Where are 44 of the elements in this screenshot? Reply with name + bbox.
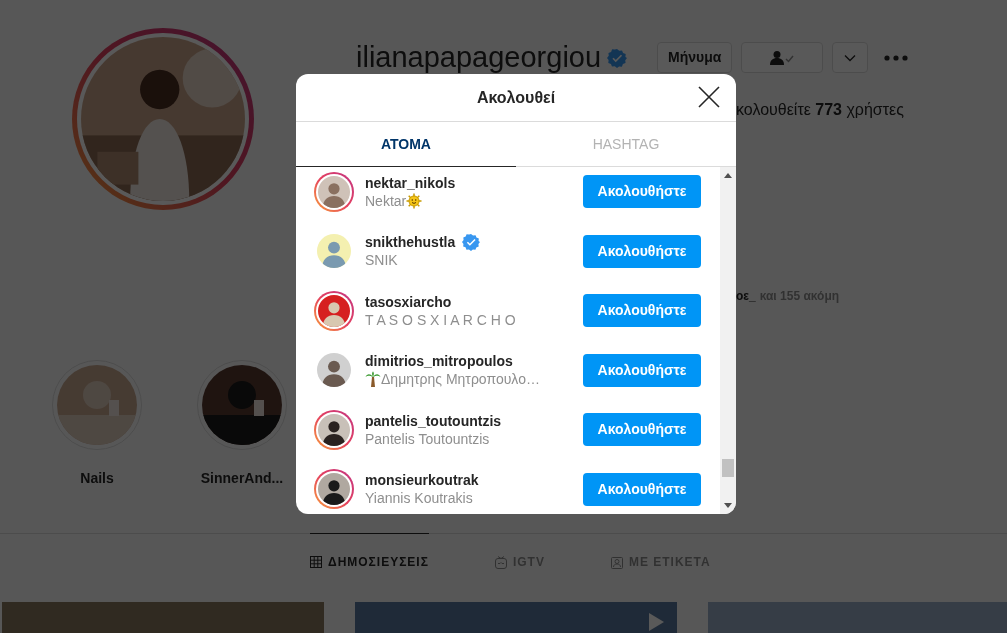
more-icon <box>884 54 909 61</box>
scrollbar[interactable] <box>720 167 736 514</box>
follow-button[interactable]: Ακολουθήστε <box>583 175 701 209</box>
highlight-label[interactable]: SinnerAnd... <box>200 468 284 489</box>
message-button[interactable]: Μήνυμα <box>657 42 733 73</box>
full-name-text: Nektar <box>365 191 407 210</box>
scroll-up-icon[interactable] <box>724 173 732 178</box>
follower-name: οε_ <box>736 288 756 305</box>
full-name-text: T A S O S X I A R C H O <box>365 310 516 329</box>
follow-button[interactable]: Ακολουθήστε <box>583 413 701 447</box>
user-avatar[interactable] <box>314 409 354 450</box>
following-button[interactable] <box>741 42 824 73</box>
close-button[interactable] <box>698 86 720 108</box>
username-link[interactable]: tasosxiarcho <box>365 292 452 311</box>
highlight-label[interactable]: Nails <box>80 468 114 489</box>
username-link[interactable]: dimitrios_mitropoulos <box>365 352 513 371</box>
grid-icon <box>310 556 322 568</box>
follow-button[interactable]: Ακολουθήστε <box>583 353 701 387</box>
full-name-text: SNIK <box>365 251 398 270</box>
follow-button[interactable]: Ακολουθήστε <box>583 472 701 506</box>
close-icon <box>698 86 720 108</box>
dialog-tab[interactable]: HASHTAG <box>516 122 736 166</box>
dialog-tab[interactable]: ΑΤΟΜΑ <box>296 122 516 166</box>
follow-button[interactable]: Ακολουθήστε <box>583 294 701 328</box>
user-avatar[interactable] <box>314 469 354 510</box>
following-count-text: κολουθείτε 773 χρήστες <box>736 100 905 120</box>
play-icon <box>647 612 665 632</box>
profile-tab[interactable]: ΔΗΜΟΣΙΕΥΣΕΙΣ <box>310 534 429 590</box>
tagged-person-icon <box>610 555 623 569</box>
dialog-title: Ακολουθεί <box>476 87 556 108</box>
full-name-text: Pantelis Toutountzis <box>365 429 490 448</box>
full-name-text: Yiannis Koutrakis <box>365 489 473 508</box>
full-name-text: Δημητρης Μητροπουλο… <box>381 370 540 389</box>
scroll-thumb[interactable] <box>722 459 734 477</box>
username-link[interactable]: snikthehustla <box>365 233 456 252</box>
username-link[interactable]: pantelis_toutountzis <box>365 411 502 430</box>
follow-button[interactable]: Ακολουθήστε <box>583 234 701 268</box>
tv-icon <box>494 555 507 569</box>
profile-username: ilianapapageorgiou <box>356 43 602 72</box>
scroll-down-icon[interactable] <box>724 503 732 508</box>
username-link[interactable]: nektar_nikols <box>365 173 456 192</box>
chevron-down-icon <box>844 53 857 62</box>
person-check-icon <box>769 49 796 66</box>
username-link[interactable]: monsieurkoutrak <box>365 471 479 490</box>
